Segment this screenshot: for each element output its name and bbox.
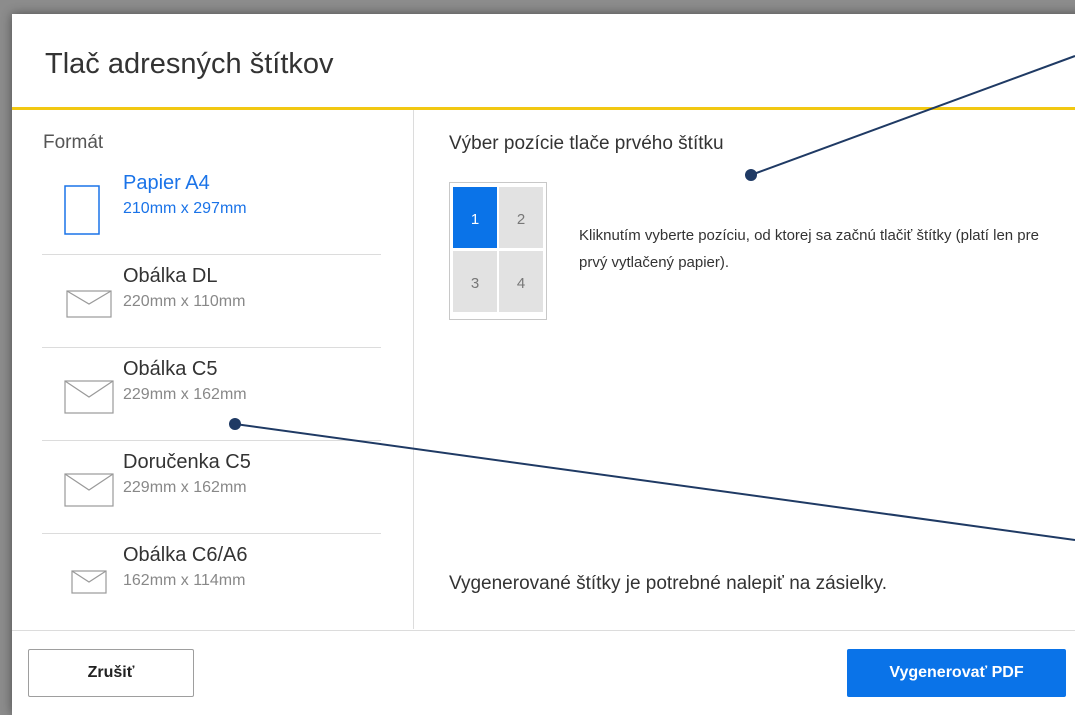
format-name: Obálka C6/A6 <box>123 544 248 566</box>
envelope-icon <box>64 380 114 419</box>
format-name: Papier A4 <box>123 172 210 194</box>
position-cell-2[interactable]: 2 <box>499 187 543 248</box>
format-name: Obálka DL <box>123 265 218 287</box>
dialog-header: Tlač adresných štítkov <box>12 14 1075 110</box>
cancel-button[interactable]: Zrušiť <box>28 649 194 697</box>
format-size: 162mm x 114mm <box>123 572 246 589</box>
format-name: Obálka C5 <box>123 358 218 380</box>
format-size: 229mm x 162mm <box>123 386 247 403</box>
position-cell-1[interactable]: 1 <box>453 187 497 248</box>
format-size: 210mm x 297mm <box>123 200 247 217</box>
envelope-icon <box>64 473 114 512</box>
position-cell-4[interactable]: 4 <box>499 251 543 312</box>
envelope-icon <box>66 290 112 323</box>
format-size: 229mm x 162mm <box>123 479 247 496</box>
generate-pdf-button[interactable]: Vygenerovať PDF <box>847 649 1066 697</box>
format-item-obalka-dl[interactable]: Obálka DL 220mm x 110mm <box>42 255 381 348</box>
format-item-obalka-c6-a6[interactable]: Obálka C6/A6 162mm x 114mm <box>42 534 381 626</box>
dialog-footer: Zrušiť Vygenerovať PDF <box>12 630 1075 715</box>
page-icon <box>64 185 100 240</box>
position-cell-3[interactable]: 3 <box>453 251 497 312</box>
format-item-obalka-c5[interactable]: Obálka C5 229mm x 162mm <box>42 348 381 441</box>
position-panel: Výber pozície tlače prvého štítku 1 2 3 … <box>414 110 1075 629</box>
print-labels-dialog: Tlač adresných štítkov Formát Papier A4 … <box>12 14 1075 715</box>
format-panel: Formát Papier A4 210mm x 297mm Obálka DL… <box>12 110 414 629</box>
dialog-title: Tlač adresných štítkov <box>45 48 334 80</box>
format-item-dorucenka-c5[interactable]: Doručenka C5 229mm x 162mm <box>42 441 381 534</box>
labels-note: Vygenerované štítky je potrebné nalepiť … <box>449 573 888 594</box>
format-item-papier-a4[interactable]: Papier A4 210mm x 297mm <box>42 162 381 255</box>
position-grid: 1 2 3 4 <box>449 182 547 320</box>
position-title: Výber pozície tlače prvého štítku <box>449 133 724 154</box>
format-size: 220mm x 110mm <box>123 293 246 310</box>
format-name: Doručenka C5 <box>123 451 251 473</box>
position-hint: Kliknutím vyberte pozíciu, od ktorej sa … <box>579 227 1039 271</box>
envelope-icon <box>71 570 107 599</box>
format-label: Formát <box>43 132 104 153</box>
